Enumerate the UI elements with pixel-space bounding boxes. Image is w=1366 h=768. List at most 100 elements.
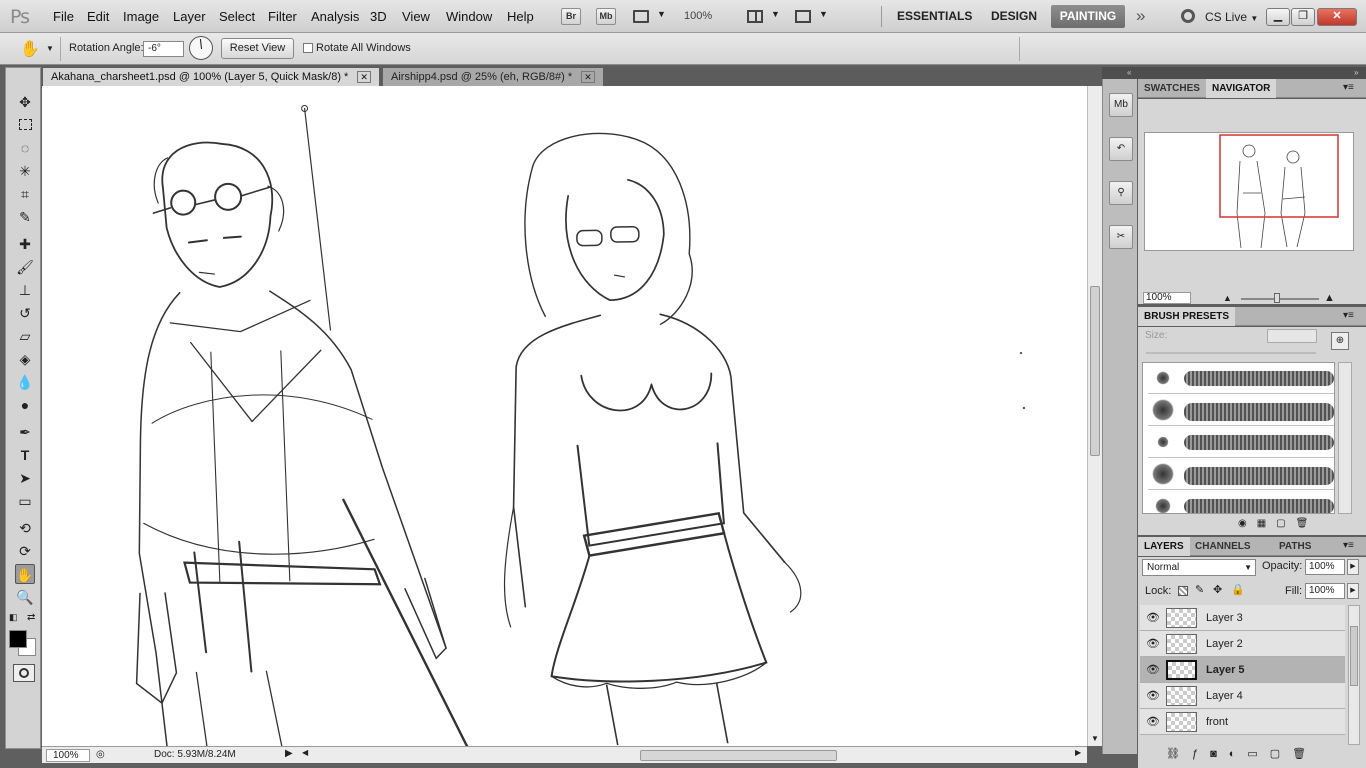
lasso-tool-icon[interactable]: ◌ [15,138,35,158]
visibility-eye-icon[interactable]: 👁 [1146,637,1160,650]
layers-footer-icons[interactable]: ⛓ƒ◙◐▭▢🗑 [1166,747,1318,760]
navigator-zoom-handle[interactable] [1274,293,1280,303]
tab-navigator[interactable]: NAVIGATOR [1206,79,1277,98]
brush-list-scrollbar[interactable] [1338,362,1352,514]
brush-size-field[interactable] [1267,329,1317,343]
3d-orbit-tool-icon[interactable]: ⟳ [15,541,35,561]
menu-image[interactable]: Image [123,9,159,24]
expand-icon[interactable]: » [1354,68,1358,77]
layer-row[interactable]: 👁 Layer 3 [1140,605,1345,631]
brush-preset-item[interactable] [1148,491,1334,513]
rotation-angle-input[interactable]: -6° [143,41,184,57]
zoom-tool-icon[interactable]: 🔍 [15,587,35,607]
blur-tool-icon[interactable]: 💧 [15,372,35,392]
menu-view[interactable]: View [402,9,430,24]
tool-preset-picker[interactable]: ✋ ▼ [16,39,56,59]
vertical-scrollbar[interactable]: ▼ [1087,86,1102,746]
rectangle-tool-icon[interactable]: ▭ [15,491,35,511]
rotate-view-tool-icon[interactable]: ✋ [15,564,35,584]
lock-position-icon[interactable]: ✥ [1213,583,1222,596]
history-panel-icon[interactable]: ↶ [1109,137,1133,161]
paint-bucket-tool-icon[interactable]: ◈ [15,349,35,369]
restore-button[interactable]: ❐ [1291,8,1315,26]
more-workspaces-icon[interactable]: » [1136,6,1145,26]
zoom-out-icon[interactable]: ▲ [1223,293,1232,303]
brush-size-slider[interactable] [1146,352,1316,354]
tab-swatches[interactable]: SWATCHES [1138,79,1206,98]
brush-tool-icon[interactable]: 🖌 [15,257,35,277]
menu-file[interactable]: File [53,9,74,24]
healing-brush-tool-icon[interactable]: ✚ [15,234,35,254]
fill-slider-icon[interactable]: ▶ [1347,583,1359,599]
opacity-slider-icon[interactable]: ▶ [1347,559,1359,575]
menu-analysis[interactable]: Analysis [311,9,359,24]
workspace-painting[interactable]: PAINTING [1051,5,1125,28]
move-tool-icon[interactable]: ✥ [15,92,35,112]
brush-preset-item[interactable] [1148,459,1334,490]
mini-bridge-panel-icon[interactable]: Mb [1109,93,1133,117]
status-menu-icon[interactable]: ▶ [285,748,293,759]
collapse-icon[interactable]: « [1127,68,1131,77]
zoom-level[interactable]: 100% [684,10,712,22]
layer-row-selected[interactable]: 👁 Layer 5 [1140,657,1345,683]
visibility-eye-icon[interactable]: 👁 [1146,715,1160,728]
workspace-essentials[interactable]: ESSENTIALS [897,9,972,23]
tab-brush-presets[interactable]: BRUSH PRESETS [1138,307,1236,326]
eyedropper-tool-icon[interactable]: ✎ [15,207,35,227]
canvas[interactable] [42,86,1087,746]
cs-live-menu[interactable]: CS Live ▼ [1205,10,1258,24]
magic-wand-tool-icon[interactable]: ✳ [15,161,35,181]
navigator-zoom-slider[interactable] [1241,298,1319,300]
scroll-down-icon[interactable]: ▼ [1091,734,1099,743]
arrange-documents-dropdown[interactable]: ▼ [747,9,783,25]
foreground-color-swatch[interactable] [9,630,27,648]
status-zoom-field[interactable]: 100% [46,749,90,762]
close-tab-icon[interactable]: ✕ [581,71,595,83]
menu-layer[interactable]: Layer [173,9,206,24]
rotate-all-windows-checkbox[interactable] [303,43,313,53]
brush-preset-item[interactable] [1148,395,1334,426]
lock-image-icon[interactable]: ✎ [1195,583,1204,596]
vertical-scroll-thumb[interactable] [1090,286,1100,456]
blend-mode-select[interactable]: Normal ▼ [1142,559,1256,576]
panel-menu-icon[interactable]: ▾≡ [1343,310,1354,321]
tab-paths[interactable]: PATHS [1273,537,1317,556]
close-button[interactable]: ✕ [1317,8,1357,26]
scroll-right-icon[interactable]: ▶ [1075,748,1081,757]
tab-channels[interactable]: CHANNELS [1189,537,1257,556]
visibility-eye-icon[interactable]: 👁 [1146,611,1160,624]
pen-tool-icon[interactable]: ✒ [15,422,35,442]
close-tab-icon[interactable]: ✕ [357,71,371,83]
layer-row[interactable]: 👁 Layer 2 [1140,631,1345,657]
zoom-in-icon[interactable]: ▲ [1324,292,1335,304]
lock-all-icon[interactable]: 🔒 [1231,583,1245,596]
panel-menu-icon[interactable]: ▾≡ [1343,540,1354,551]
fill-field[interactable]: 100% [1305,583,1345,599]
layer-row[interactable]: 👁 front [1140,709,1345,735]
bridge-button[interactable]: Br [561,8,581,25]
marquee-tool-icon[interactable] [15,115,35,135]
screen-mode-dropdown[interactable]: ▼ [795,9,831,25]
layer-row[interactable]: 👁 Layer 4 [1140,683,1345,709]
tool-presets-panel-icon[interactable]: ✂ [1109,225,1133,249]
history-brush-tool-icon[interactable]: ↺ [15,303,35,323]
workspace-design[interactable]: DESIGN [991,9,1037,23]
opacity-field[interactable]: 100% [1305,559,1345,575]
visibility-eye-icon[interactable]: 👁 [1146,689,1160,702]
scroll-left-icon[interactable]: ◀ [302,748,308,757]
brush-preset-item[interactable] [1148,363,1334,394]
dodge-tool-icon[interactable]: ● [15,395,35,415]
lock-transparency-icon[interactable] [1178,586,1188,596]
tab-layers[interactable]: LAYERS [1138,537,1190,556]
navigator-thumbnail[interactable] [1144,132,1354,251]
menu-help[interactable]: Help [507,9,534,24]
extras-dropdown[interactable]: ▼ [633,9,669,25]
reset-view-button[interactable]: Reset View [221,38,294,59]
tab-airship[interactable]: Airshipp4.psd @ 25% (eh, RGB/8#) * ✕ [383,68,603,86]
navigator-zoom-field[interactable]: 100% [1143,292,1191,304]
quick-mask-button[interactable] [13,664,35,682]
visibility-eye-icon[interactable]: 👁 [1146,663,1160,676]
menu-3d[interactable]: 3D [370,9,387,24]
rotation-dial[interactable] [189,36,213,60]
menu-select[interactable]: Select [219,9,255,24]
